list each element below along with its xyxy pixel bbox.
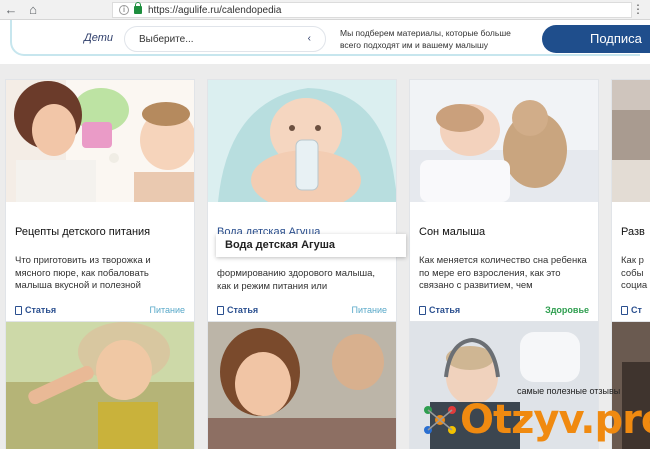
- article-type[interactable]: Статья: [419, 305, 460, 315]
- article-description: Как меняется количество сна ребенка по м…: [419, 255, 587, 291]
- lock-icon: [134, 2, 142, 14]
- watermark-tagline: самые полезные отзывы: [517, 386, 621, 396]
- home-icon[interactable]: ⌂: [22, 0, 44, 20]
- article-card[interactable]: Разв Как р собы социа Ст: [611, 79, 650, 322]
- document-icon: [217, 305, 224, 315]
- section-label: Дети: [84, 32, 114, 44]
- article-description: Как р собы социа: [621, 255, 648, 291]
- article-category[interactable]: Здоровье: [545, 305, 589, 315]
- watermark-text: Otzyv.pro: [460, 397, 650, 443]
- article-category[interactable]: Питание: [149, 305, 185, 315]
- article-description: формированию здорового малыша, как и реж…: [217, 268, 376, 292]
- article-title[interactable]: Рецепты детского питания: [15, 226, 150, 238]
- article-card[interactable]: Вода детская Агуша формированию здоровог…: [207, 79, 397, 322]
- subscribe-button[interactable]: Подписа: [542, 25, 650, 53]
- watermark-logo: Otzyv.pro: [420, 396, 650, 444]
- article-image: [6, 80, 194, 202]
- article-type-label: Статья: [429, 305, 461, 315]
- url-text: https://agulife.ru/calendopedia: [148, 4, 282, 16]
- info-icon[interactable]: i: [119, 5, 129, 15]
- promo-text: Мы подберем материалы, которые больше вс…: [340, 28, 511, 50]
- address-bar[interactable]: i https://agulife.ru/calendopedia: [112, 2, 632, 18]
- article-card[interactable]: [5, 322, 195, 449]
- article-image: [410, 80, 598, 202]
- article-type[interactable]: Статья: [15, 305, 56, 315]
- back-icon[interactable]: ←: [0, 0, 22, 20]
- article-type-label: Статья: [227, 305, 259, 315]
- article-category[interactable]: Питание: [351, 305, 387, 315]
- chevron-left-icon: ‹: [307, 33, 311, 44]
- article-type-label: Статья: [25, 305, 57, 315]
- select-placeholder: Выберите...: [139, 33, 194, 45]
- document-icon: [15, 305, 22, 315]
- article-type-label: Ст: [631, 305, 642, 315]
- article-type[interactable]: Ст: [621, 305, 642, 315]
- browser-toolbar: ← ⌂ i https://agulife.ru/calendopedia ⋮: [0, 0, 650, 20]
- article-title[interactable]: Сон малыша: [419, 226, 485, 238]
- document-icon: [419, 305, 426, 315]
- article-image: [612, 80, 650, 202]
- article-description: Что приготовить из творожка и мясного пю…: [15, 255, 151, 291]
- menu-icon[interactable]: ⋮: [632, 2, 644, 16]
- article-card[interactable]: [207, 322, 397, 449]
- article-title[interactable]: Разв: [621, 226, 645, 238]
- child-select[interactable]: Выберите... ‹: [124, 26, 326, 52]
- article-image: [208, 322, 396, 449]
- article-image: [6, 322, 194, 449]
- article-card[interactable]: Сон малыша Как меняется количество сна р…: [409, 79, 599, 322]
- article-type[interactable]: Статья: [217, 305, 258, 315]
- title-tooltip: Вода детская Агуша: [216, 234, 406, 257]
- article-card[interactable]: Рецепты детского питания Что приготовить…: [5, 79, 195, 322]
- otzyv-logo-icon: [424, 406, 456, 434]
- site-header: Дети Выберите... ‹ Мы подберем материалы…: [0, 20, 650, 64]
- document-icon: [621, 305, 628, 315]
- article-image: [208, 80, 396, 202]
